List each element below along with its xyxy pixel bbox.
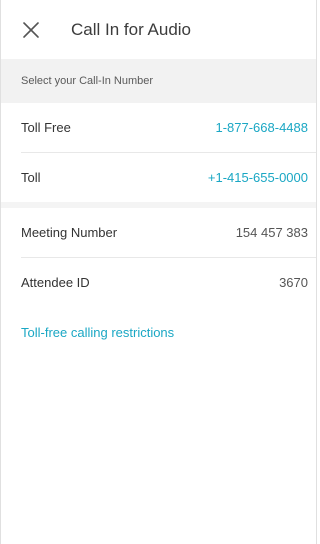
meeting-number-value: 154 457 383 [235, 225, 308, 240]
toll-free-restrictions-link[interactable]: Toll-free calling restrictions [1, 325, 316, 340]
toll-free-number-link[interactable]: 1-877-668-4488 [215, 120, 308, 135]
toll-row[interactable]: Toll +1-415-655-0000 [1, 153, 316, 202]
header-bar: Call In for Audio [1, 0, 316, 59]
toll-free-label: Toll Free [21, 120, 71, 135]
meeting-number-label: Meeting Number [21, 225, 118, 240]
toll-number-link[interactable]: +1-415-655-0000 [208, 170, 308, 185]
section-header-call-in: Select your Call-In Number [1, 59, 316, 103]
toll-label: Toll [21, 170, 41, 185]
close-icon [23, 21, 39, 38]
attendee-id-row: Attendee ID 3670 [1, 258, 316, 307]
meeting-number-row: Meeting Number 154 457 383 [1, 208, 316, 257]
call-in-audio-screen: Call In for Audio Select your Call-In Nu… [0, 0, 317, 544]
toll-free-row[interactable]: Toll Free 1-877-668-4488 [1, 103, 316, 152]
attendee-id-value: 3670 [279, 275, 308, 290]
close-button[interactable] [11, 10, 51, 50]
page-title: Call In for Audio [71, 19, 192, 39]
attendee-id-label: Attendee ID [21, 275, 90, 290]
